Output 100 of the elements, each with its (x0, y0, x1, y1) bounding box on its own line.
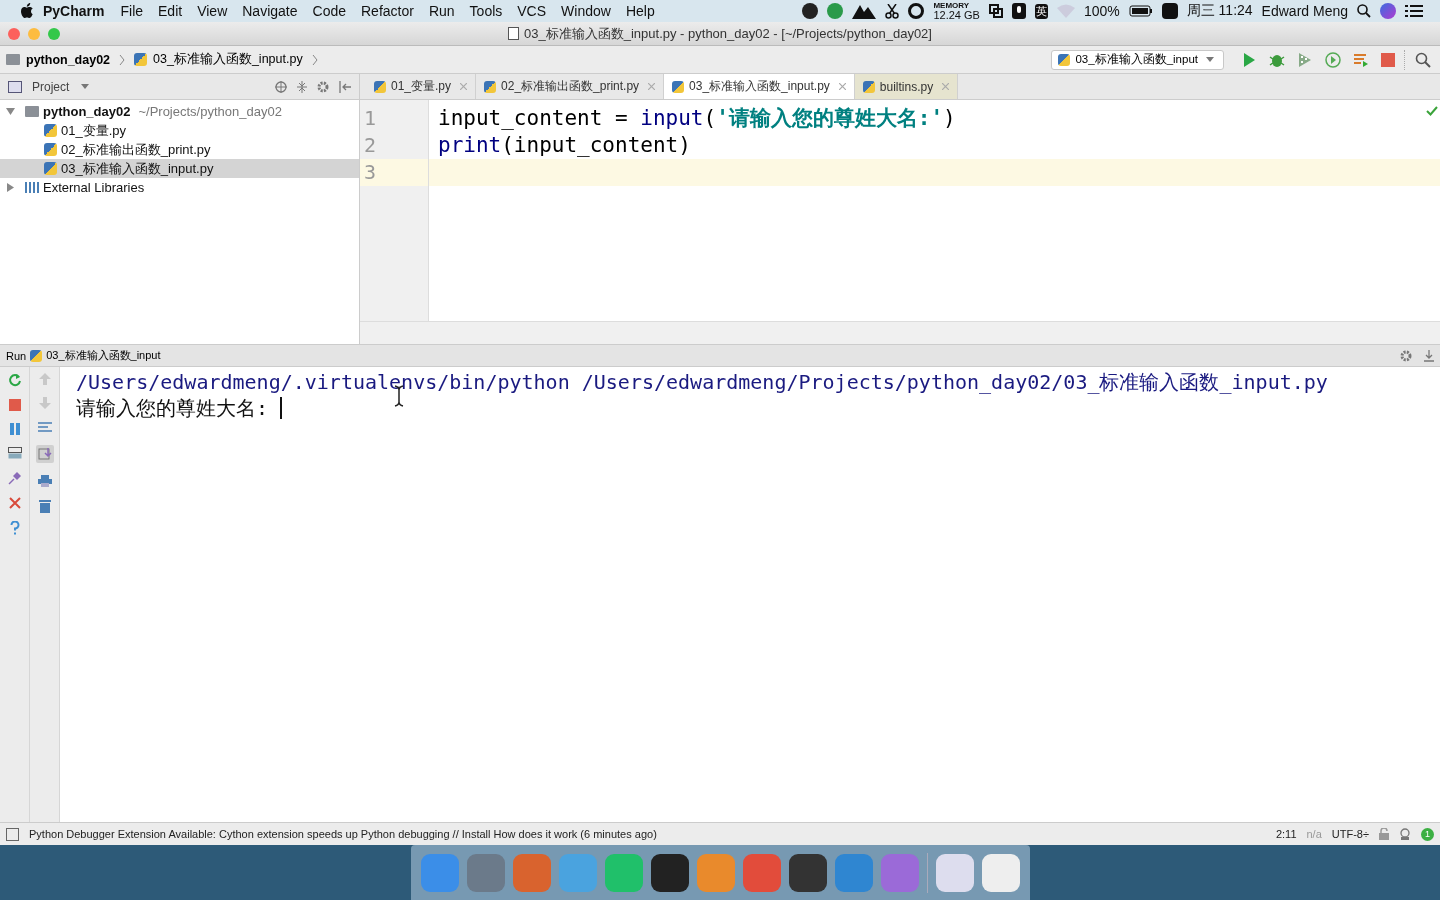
line-number: 2 (363, 132, 378, 159)
apple-icon[interactable] (20, 3, 34, 19)
menu-item[interactable]: Code (312, 3, 346, 19)
document-icon (508, 27, 520, 40)
breadcrumb-item[interactable]: python_day02 (26, 52, 111, 67)
menu-item[interactable]: Navigate (242, 3, 298, 19)
caret-icon (81, 84, 90, 89)
breadcrumb-item[interactable]: 03_标准输入函数_input.py (153, 51, 303, 68)
console-line: 请输入您的尊姓大名: (76, 395, 269, 421)
search-icon[interactable] (1415, 51, 1431, 68)
crosshair-icon[interactable] (275, 80, 287, 93)
status-message: Python Debugger Extension Available: Cython extension speeds up Python debugging // Install How does it work (6 minutes ago) (29, 828, 657, 840)
input-method[interactable]: 英 (1034, 3, 1048, 19)
tree-item[interactable]: 03_标准输入函数_input.py (0, 159, 359, 178)
trash-icon[interactable] (38, 499, 51, 513)
pause-icon[interactable] (8, 423, 21, 435)
search-icon[interactable] (1357, 4, 1371, 18)
code-line: print(input_content) (438, 133, 691, 157)
run-configuration-dropdown[interactable]: 03_标准输入函数_input (1051, 49, 1224, 70)
text-cursor (280, 397, 283, 419)
help-icon[interactable] (9, 521, 20, 535)
stop-icon[interactable] (1381, 52, 1395, 67)
battery-icon[interactable] (1128, 5, 1153, 17)
memory-value: 12.24 GB (933, 10, 980, 21)
settings-icon[interactable] (317, 80, 329, 93)
editor-tab[interactable]: builtins.py (854, 74, 959, 99)
profile-icon[interactable] (1325, 51, 1341, 68)
close-icon[interactable] (8, 497, 21, 509)
windows-icon[interactable] (988, 4, 1003, 18)
line-number: 3 (360, 159, 428, 186)
close-button[interactable] (8, 27, 20, 40)
menu-item[interactable]: Help (625, 3, 655, 19)
app-icon[interactable] (650, 853, 689, 892)
menu-item[interactable]: Tools (469, 3, 503, 19)
tree-item[interactable]: 01_变量.py (0, 121, 359, 140)
tree-item[interactable]: External Libraries (0, 178, 359, 197)
menu-item[interactable]: Refactor (361, 3, 414, 19)
menu-item[interactable]: File (120, 3, 144, 19)
settings-icon[interactable] (1400, 349, 1412, 362)
folder-icon (6, 54, 20, 65)
chevron-icon (119, 53, 126, 66)
editor-tab[interactable]: 03_标准输入函数_input.py (664, 74, 855, 99)
caret-position[interactable]: 2:11 (1275, 828, 1297, 840)
inspector-icon[interactable] (1399, 828, 1411, 840)
collapse-icon[interactable] (297, 80, 307, 93)
microphone-icon[interactable] (1011, 3, 1026, 19)
run-panel-label[interactable]: Run (6, 349, 27, 362)
menu-item[interactable]: Edit (158, 3, 183, 19)
user-name[interactable]: Edward Meng (1261, 3, 1348, 19)
coverage-icon[interactable] (1297, 51, 1313, 68)
horizontal-scrollbar[interactable] (360, 321, 1440, 344)
scissors-icon[interactable] (885, 3, 900, 19)
expand-arrow-icon[interactable] (6, 183, 15, 192)
zoom-button[interactable] (48, 27, 60, 40)
menu-item[interactable]: Window (561, 3, 611, 19)
run-tab[interactable]: 03_标准输入函数_input (46, 348, 161, 363)
close-icon[interactable] (942, 83, 950, 90)
tree-item[interactable]: python_day02 ~/Projects/python_day02 (0, 102, 359, 121)
trash-icon[interactable] (981, 853, 1020, 892)
tree-item[interactable]: 02_标准输出函数_print.py (0, 140, 359, 159)
upload-icon[interactable] (827, 3, 844, 19)
clock[interactable]: 周三 11:24 (1186, 2, 1253, 20)
expand-arrow-icon[interactable] (6, 107, 15, 116)
pin-icon[interactable] (7, 471, 22, 485)
close-icon[interactable] (460, 83, 468, 90)
project-icon (8, 80, 22, 93)
menu-item[interactable]: Run (428, 3, 455, 19)
lock-icon[interactable] (1379, 828, 1389, 840)
mountain-icon[interactable] (852, 3, 877, 19)
run-icon[interactable] (1241, 51, 1257, 68)
stop-icon[interactable] (8, 399, 21, 411)
code-line: input_content = input('请输入您的尊姓大名:') (438, 106, 956, 130)
rerun-icon[interactable] (7, 373, 22, 387)
list-icon[interactable] (1405, 4, 1423, 18)
panel-toggle-icon[interactable] (6, 827, 19, 841)
battery-percent: 100% (1083, 3, 1120, 19)
hide-icon[interactable] (1424, 349, 1434, 362)
soft-wrap-icon[interactable] (37, 421, 52, 433)
app-menu[interactable]: PyCharm (43, 3, 105, 19)
siri-icon[interactable] (1380, 3, 1396, 19)
file-encoding[interactable]: UTF-8÷ (1331, 828, 1369, 840)
printer-icon[interactable] (37, 475, 52, 487)
python-file-icon (134, 53, 148, 66)
menu-item[interactable]: View (197, 3, 228, 19)
line-number: 1 (363, 105, 378, 132)
caret-icon (1206, 57, 1214, 62)
close-icon[interactable] (648, 83, 656, 90)
console-line: /Users/edwardmeng/.virtualenvs/bin/python /Users/edwardmeng/Projects/python_day02/03_标准输入函数_input.py (76, 369, 1328, 395)
python-file-icon (30, 349, 43, 362)
menu-item[interactable]: VCS (517, 3, 547, 19)
hide-icon[interactable] (339, 80, 351, 93)
close-icon[interactable] (838, 83, 846, 90)
project-view-dropdown[interactable]: Project (32, 79, 90, 94)
chevron-icon (311, 53, 318, 66)
layout-icon[interactable] (7, 447, 22, 459)
run-lines-icon[interactable] (1353, 51, 1369, 68)
scroll-to-end-icon[interactable] (35, 445, 54, 463)
check-icon (1426, 106, 1438, 116)
app-icon[interactable] (788, 853, 827, 892)
window-title: 03_标准输入函数_input.py - python_day02 - [~/Projects/python_day02] (524, 24, 932, 43)
